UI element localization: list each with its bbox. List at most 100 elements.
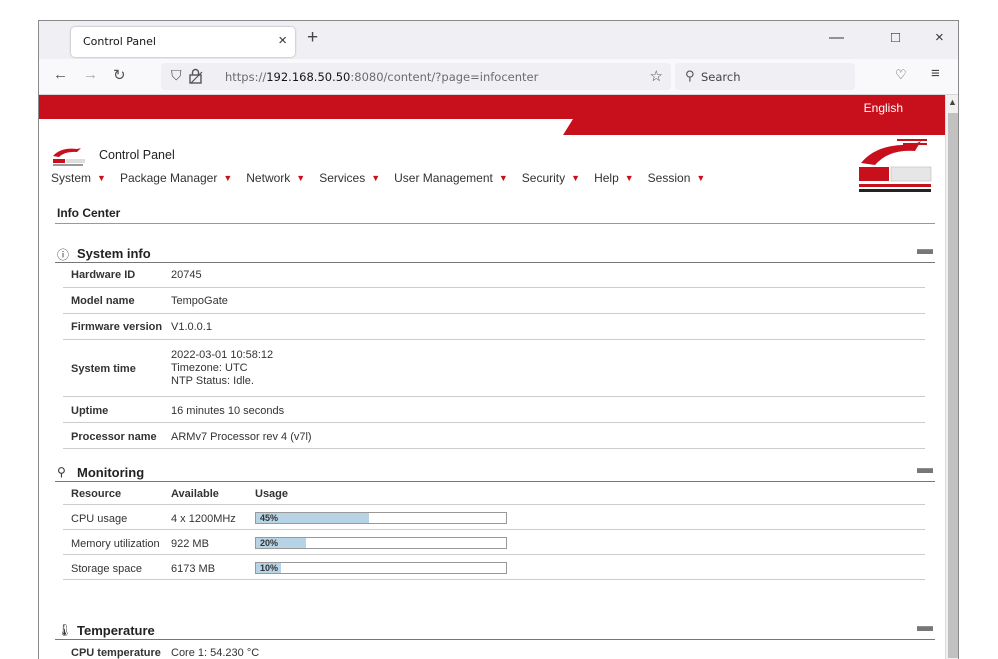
info-row-firmware-version: Firmware version V1.0.0.1 bbox=[63, 314, 925, 340]
row-label: CPU temperature bbox=[71, 647, 161, 659]
caret-down-icon: ▼ bbox=[223, 173, 233, 183]
section-title: Temperature bbox=[77, 623, 155, 638]
menu-package-manager[interactable]: Package Manager ▼ bbox=[120, 171, 232, 185]
monitoring-header-row: Resource Available Usage bbox=[63, 481, 925, 505]
info-row-uptime: Uptime 16 minutes 10 seconds bbox=[63, 397, 925, 423]
lock-icon[interactable] bbox=[189, 68, 203, 84]
system-time-ntp: NTP Status: Idle. bbox=[171, 375, 254, 387]
close-window-icon[interactable]: × bbox=[935, 29, 944, 46]
section-title: Monitoring bbox=[77, 465, 145, 480]
resource-name: Memory utilization bbox=[71, 538, 160, 550]
system-info-header[interactable]: ⓘ System info ▬ bbox=[57, 241, 933, 264]
page-scrollbar[interactable]: ▲ bbox=[945, 95, 958, 659]
monitoring-row-cpu: CPU usage 4 x 1200MHz 45% bbox=[63, 505, 925, 530]
collapse-icon[interactable]: ▬ bbox=[917, 618, 933, 636]
reload-icon[interactable]: ↻ bbox=[113, 66, 126, 84]
scroll-up-icon[interactable]: ▲ bbox=[948, 97, 957, 107]
caret-down-icon: ▼ bbox=[498, 173, 508, 183]
tab-title: Control Panel bbox=[83, 35, 156, 48]
info-row-model-name: Model name TempoGate bbox=[63, 288, 925, 314]
main-menu: System ▼ Package Manager ▼ Network ▼ Servic… bbox=[51, 171, 705, 185]
close-tab-icon[interactable]: × bbox=[278, 32, 287, 49]
browser-tab[interactable]: Control Panel × bbox=[71, 27, 295, 57]
usage-bar: 10% bbox=[255, 562, 507, 574]
row-value: Core 1: 54.230 °C bbox=[171, 647, 260, 659]
menu-system[interactable]: System ▼ bbox=[51, 171, 106, 185]
menu-network[interactable]: Network ▼ bbox=[246, 171, 305, 185]
caret-down-icon: ▼ bbox=[371, 173, 381, 183]
navigation-bar: ← → ↻ ⛉ https://192.168.50.50:8080/conte… bbox=[39, 59, 958, 95]
temperature-header[interactable]: 🌡 Temperature ▬ bbox=[57, 618, 933, 641]
row-label: Processor name bbox=[71, 431, 157, 443]
tab-bar: Control Panel × + — □ × bbox=[39, 21, 958, 59]
resource-available: 4 x 1200MHz bbox=[171, 513, 236, 525]
resource-name: Storage space bbox=[71, 563, 142, 575]
monitoring-header[interactable]: ⚲ Monitoring ▬ bbox=[57, 460, 933, 483]
row-value: ARMv7 Processor rev 4 (v7l) bbox=[171, 431, 312, 443]
resource-name: CPU usage bbox=[71, 513, 128, 525]
menu-services[interactable]: Services ▼ bbox=[319, 171, 380, 185]
resource-available: 6173 MB bbox=[171, 563, 216, 575]
row-label: Model name bbox=[71, 295, 135, 307]
resource-available: 922 MB bbox=[171, 538, 209, 550]
menu-security[interactable]: Security ▼ bbox=[522, 171, 580, 185]
hamburger-menu-icon[interactable]: ≡ bbox=[931, 65, 940, 82]
usage-percent: 45% bbox=[260, 513, 279, 523]
column-header-resource: Resource bbox=[71, 488, 122, 500]
browser-window: Control Panel × + — □ × ← → ↻ ⛉ https://… bbox=[38, 20, 959, 659]
page-title: Info Center bbox=[57, 206, 121, 220]
system-time-timezone: Timezone: UTC bbox=[171, 362, 248, 374]
usage-bar: 20% bbox=[255, 537, 507, 549]
pocket-icon[interactable]: ♡ bbox=[895, 67, 907, 83]
info-row-processor-name: Processor name ARMv7 Processor rev 4 (v7… bbox=[63, 423, 925, 449]
address-bar[interactable]: ⛉ https://192.168.50.50:8080/content/?pa… bbox=[161, 63, 671, 90]
hilscher-logo bbox=[859, 139, 932, 192]
shield-icon[interactable]: ⛉ bbox=[171, 67, 182, 84]
temperature-row-cpu: CPU temperature Core 1: 54.230 °C bbox=[63, 639, 925, 659]
app-title: Control Panel bbox=[99, 148, 175, 162]
menu-session[interactable]: Session ▼ bbox=[648, 171, 706, 185]
row-value: 2022-03-01 10:58:12 Timezone: UTC NTP St… bbox=[171, 349, 273, 388]
row-label: Firmware version bbox=[71, 321, 163, 333]
collapse-icon[interactable]: ▬ bbox=[917, 460, 933, 478]
usage-percent: 10% bbox=[260, 563, 279, 573]
collapse-icon[interactable]: ▬ bbox=[917, 241, 933, 259]
column-header-available: Available bbox=[171, 488, 219, 500]
divider bbox=[55, 223, 935, 224]
info-row-hardware-id: Hardware ID 20745 bbox=[63, 262, 925, 288]
caret-down-icon: ▼ bbox=[624, 173, 634, 183]
menu-user-management[interactable]: User Management ▼ bbox=[394, 171, 508, 185]
new-tab-icon[interactable]: + bbox=[307, 27, 318, 49]
section-title: System info bbox=[77, 246, 151, 261]
thermometer-icon: 🌡 bbox=[57, 623, 73, 637]
monitoring-row-storage: Storage space 6173 MB 10% bbox=[63, 555, 925, 580]
search-placeholder: Search bbox=[701, 70, 741, 84]
maximize-icon[interactable]: □ bbox=[891, 29, 900, 46]
column-header-usage: Usage bbox=[255, 488, 289, 500]
language-selector[interactable]: English bbox=[864, 101, 903, 115]
info-icon: ⓘ bbox=[57, 248, 70, 262]
usage-bar: 45% bbox=[255, 512, 507, 524]
usage-percent: 20% bbox=[260, 538, 279, 548]
info-row-system-time: System time 2022-03-01 10:58:12 Timezone… bbox=[63, 340, 925, 397]
row-value: TempoGate bbox=[171, 295, 228, 307]
bookmark-star-icon[interactable]: ☆ bbox=[650, 67, 663, 85]
scroll-thumb[interactable] bbox=[948, 113, 958, 658]
row-value: 16 minutes 10 seconds bbox=[171, 405, 285, 417]
url-text: https://192.168.50.50:8080/content/?page… bbox=[225, 70, 539, 84]
row-label: System time bbox=[71, 363, 136, 375]
menu-help[interactable]: Help ▼ bbox=[594, 171, 634, 185]
row-label: Hardware ID bbox=[71, 269, 136, 281]
monitoring-row-memory: Memory utilization 922 MB 20% bbox=[63, 530, 925, 555]
minimize-icon[interactable]: — bbox=[829, 29, 844, 46]
hilscher-small-logo bbox=[53, 148, 85, 166]
row-value: 20745 bbox=[171, 269, 202, 281]
caret-down-icon: ▼ bbox=[97, 173, 106, 183]
caret-down-icon: ▼ bbox=[296, 173, 306, 183]
row-label: Uptime bbox=[71, 405, 109, 417]
back-icon[interactable]: ← bbox=[53, 66, 68, 83]
row-value: V1.0.0.1 bbox=[171, 321, 212, 333]
search-icon: ⚲ bbox=[685, 68, 695, 83]
search-box[interactable]: ⚲ Search bbox=[675, 63, 855, 90]
forward-icon[interactable]: → bbox=[83, 66, 98, 83]
